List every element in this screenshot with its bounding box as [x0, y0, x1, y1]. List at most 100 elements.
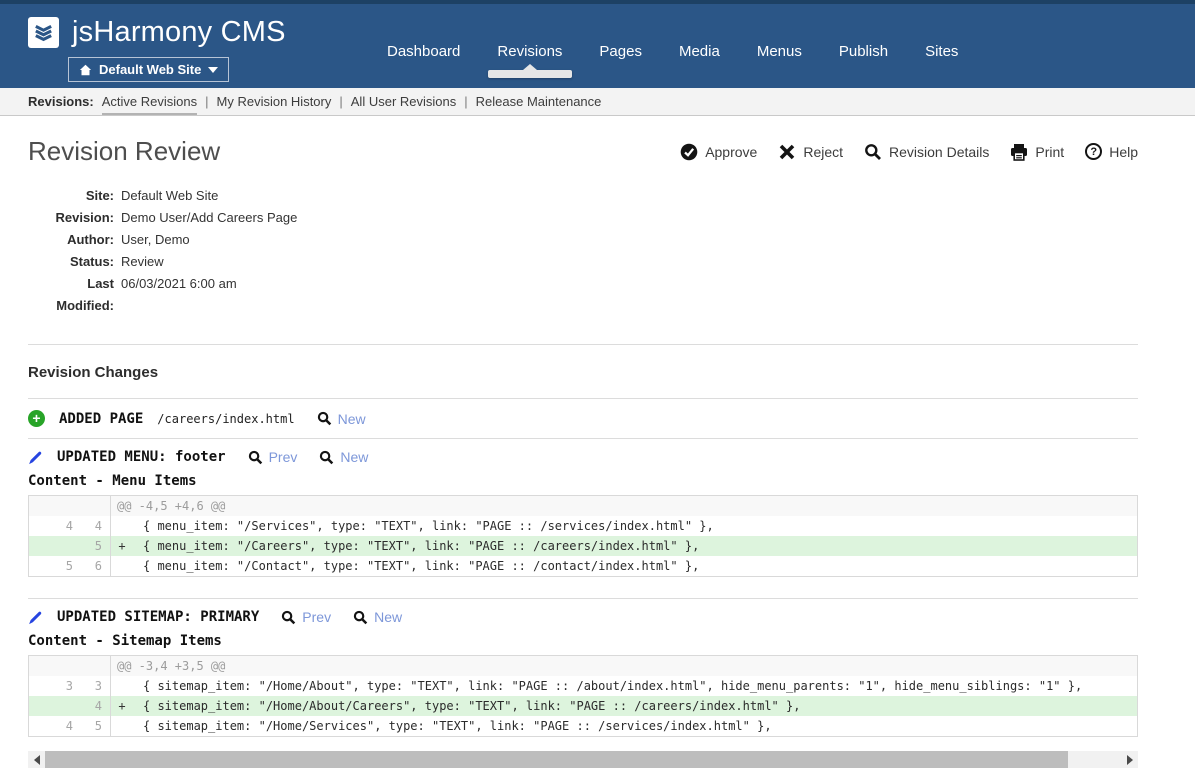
- scrollbar-thumb[interactable]: [45, 751, 1068, 768]
- diff-hunk-header: @@ -4,5 +4,6 @@: [29, 496, 1137, 516]
- new-line-number: 5: [81, 716, 111, 736]
- menu-new-link[interactable]: New: [319, 449, 368, 465]
- subnav-label: Revisions:: [28, 94, 94, 109]
- nav-pages[interactable]: Pages: [597, 37, 644, 74]
- info-label-site: Site:: [28, 185, 114, 207]
- approve-check-icon: [680, 143, 698, 161]
- info-row-author: Author: User, Demo: [28, 229, 1138, 251]
- diff-text: { sitemap_item: "/Home/Services", type: …: [133, 716, 1137, 736]
- reject-button[interactable]: Reject: [778, 143, 843, 161]
- scroll-left-arrow[interactable]: [28, 751, 45, 768]
- diff-text: { menu_item: "/Services", type: "TEXT", …: [133, 516, 1137, 536]
- print-button[interactable]: Print: [1010, 143, 1064, 161]
- subnav-all-user-revisions[interactable]: All User Revisions: [351, 89, 456, 114]
- revision-info: Site: Default Web Site Revision: Demo Us…: [28, 185, 1138, 317]
- reject-x-icon: [778, 143, 796, 161]
- diff-text: { sitemap_item: "/Home/About", type: "TE…: [133, 676, 1137, 696]
- magnifier-icon: [353, 610, 368, 625]
- approve-button[interactable]: Approve: [680, 143, 757, 161]
- diff-row-added: 5 + { menu_item: "/Careers", type: "TEXT…: [29, 536, 1137, 556]
- hunk-range: @@ -4,5 +4,6 @@: [111, 496, 1137, 516]
- info-label-last-modified: Last Modified:: [28, 273, 114, 317]
- added-page-title: ADDED PAGE: [59, 411, 143, 427]
- info-row-status: Status: Review: [28, 251, 1138, 273]
- new-line-number: 5: [81, 536, 111, 556]
- main-nav: Dashboard Revisions Pages Media Menus Pu…: [385, 4, 960, 88]
- diff-hunk-header: @@ -3,4 +3,5 @@: [29, 656, 1137, 676]
- brand[interactable]: jsHarmony CMS: [28, 16, 286, 49]
- help-label: Help: [1109, 144, 1138, 160]
- updated-sitemap-title: UPDATED SITEMAP: PRIMARY: [57, 609, 259, 625]
- nav-dashboard[interactable]: Dashboard: [385, 37, 462, 74]
- new-link-label: New: [340, 449, 368, 465]
- info-label-author: Author:: [28, 229, 114, 251]
- separator: |: [339, 94, 342, 109]
- site-selector-button[interactable]: Default Web Site: [68, 57, 229, 82]
- scroll-right-arrow[interactable]: [1121, 751, 1138, 768]
- diff-marker: [111, 556, 133, 576]
- subnav-active-revisions[interactable]: Active Revisions: [102, 89, 197, 114]
- magnifier-icon: [281, 610, 296, 625]
- prev-link-label: Prev: [302, 609, 331, 625]
- sitemap-prev-link[interactable]: Prev: [281, 609, 331, 625]
- info-value-site: Default Web Site: [121, 185, 218, 207]
- site-selector-label: Default Web Site: [99, 62, 201, 77]
- scrollbar-track[interactable]: [1068, 751, 1121, 768]
- nav-revisions-label: Revisions: [497, 43, 562, 60]
- magnifier-icon: [319, 450, 334, 465]
- info-value-author: User, Demo: [121, 229, 190, 251]
- divider: [28, 344, 1138, 345]
- page-title: Revision Review: [28, 136, 220, 167]
- reject-label: Reject: [803, 144, 843, 160]
- chevron-down-icon: [208, 67, 218, 73]
- approve-label: Approve: [705, 144, 757, 160]
- help-button[interactable]: Help: [1085, 143, 1138, 160]
- updated-menu-title: UPDATED MENU: footer: [57, 449, 226, 465]
- nav-revisions[interactable]: Revisions: [495, 37, 564, 74]
- sitemap-diff-table: @@ -3,4 +3,5 @@ 3 3 { sitemap_item: "/Ho…: [28, 655, 1138, 737]
- diff-marker: [111, 676, 133, 696]
- menu-content-title: Content - Menu Items: [28, 473, 1138, 489]
- diff-text: { sitemap_item: "/Home/About/Careers", t…: [133, 696, 1137, 716]
- diff-text: { menu_item: "/Contact", type: "TEXT", l…: [133, 556, 1137, 576]
- revision-details-button[interactable]: Revision Details: [864, 143, 989, 161]
- magnifier-icon: [248, 450, 263, 465]
- horizontal-scrollbar[interactable]: [28, 751, 1138, 768]
- action-toolbar: Approve Reject Revision Details: [680, 143, 1138, 161]
- subnav-release-maintenance[interactable]: Release Maintenance: [476, 89, 602, 114]
- diff-row: 3 3 { sitemap_item: "/Home/About", type:…: [29, 676, 1137, 696]
- nav-sites[interactable]: Sites: [923, 37, 960, 74]
- menu-prev-link[interactable]: Prev: [248, 449, 298, 465]
- separator: |: [464, 94, 467, 109]
- info-value-revision: Demo User/Add Careers Page: [121, 207, 297, 229]
- diff-row: 5 6 { menu_item: "/Contact", type: "TEXT…: [29, 556, 1137, 576]
- nav-media[interactable]: Media: [677, 37, 722, 74]
- sitemap-new-link[interactable]: New: [353, 609, 402, 625]
- main-content: Revision Review Approve Reject: [28, 136, 1138, 768]
- old-line-number: 5: [29, 556, 81, 576]
- info-row-site: Site: Default Web Site: [28, 185, 1138, 207]
- info-value-last-modified: 06/03/2021 6:00 am: [121, 273, 237, 317]
- printer-icon: [1010, 143, 1028, 161]
- diff-marker: +: [111, 536, 133, 556]
- home-icon: [79, 64, 92, 76]
- new-link-label: New: [374, 609, 402, 625]
- separator: |: [205, 94, 208, 109]
- change-updated-sitemap: UPDATED SITEMAP: PRIMARY Prev New: [28, 599, 1138, 625]
- info-label-revision: Revision:: [28, 207, 114, 229]
- subnav-my-revision-history[interactable]: My Revision History: [217, 89, 332, 114]
- diff-marker: +: [111, 696, 133, 716]
- magnifier-icon: [317, 411, 332, 426]
- added-page-new-link[interactable]: New: [317, 411, 366, 427]
- hunk-range: @@ -3,4 +3,5 @@: [111, 656, 1137, 676]
- old-line-number: 4: [29, 516, 81, 536]
- diff-row: 4 5 { sitemap_item: "/Home/Services", ty…: [29, 716, 1137, 736]
- new-line-number: 4: [81, 516, 111, 536]
- info-row-revision: Revision: Demo User/Add Careers Page: [28, 207, 1138, 229]
- nav-menus[interactable]: Menus: [755, 37, 804, 74]
- nav-publish[interactable]: Publish: [837, 37, 890, 74]
- new-line-number: 3: [81, 676, 111, 696]
- new-link-label: New: [338, 411, 366, 427]
- magnifier-icon: [864, 143, 882, 161]
- added-page-path: /careers/index.html: [157, 412, 294, 426]
